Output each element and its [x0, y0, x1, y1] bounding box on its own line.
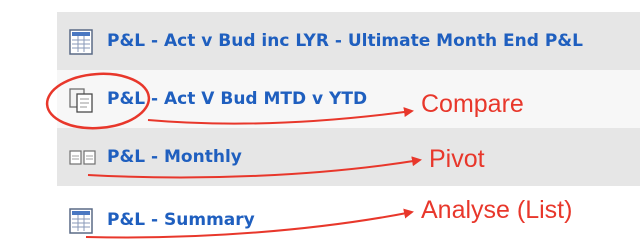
report-link[interactable]: P&L - Act V Bud MTD v YTD [107, 89, 367, 109]
report-row-monthly[interactable]: P&L - Monthly [57, 128, 640, 186]
compare-docs-icon [69, 87, 95, 113]
report-row-mtd-v-ytd[interactable]: P&L - Act V Bud MTD v YTD [57, 70, 640, 128]
grid-report-icon [69, 29, 95, 55]
report-link[interactable]: P&L - Monthly [107, 147, 242, 167]
annotation-pivot: Pivot [429, 145, 485, 173]
report-row-ultimate-month-end[interactable]: P&L - Act v Bud inc LYR - Ultimate Month… [57, 12, 640, 70]
report-link[interactable]: P&L - Summary [107, 210, 255, 230]
annotation-analyse: Analyse (List) [421, 196, 573, 224]
report-link[interactable]: P&L - Act v Bud inc LYR - Ultimate Month… [107, 31, 583, 51]
grid-report-icon [69, 208, 95, 234]
pivot-docs-icon [69, 147, 96, 173]
annotation-compare: Compare [421, 90, 524, 118]
